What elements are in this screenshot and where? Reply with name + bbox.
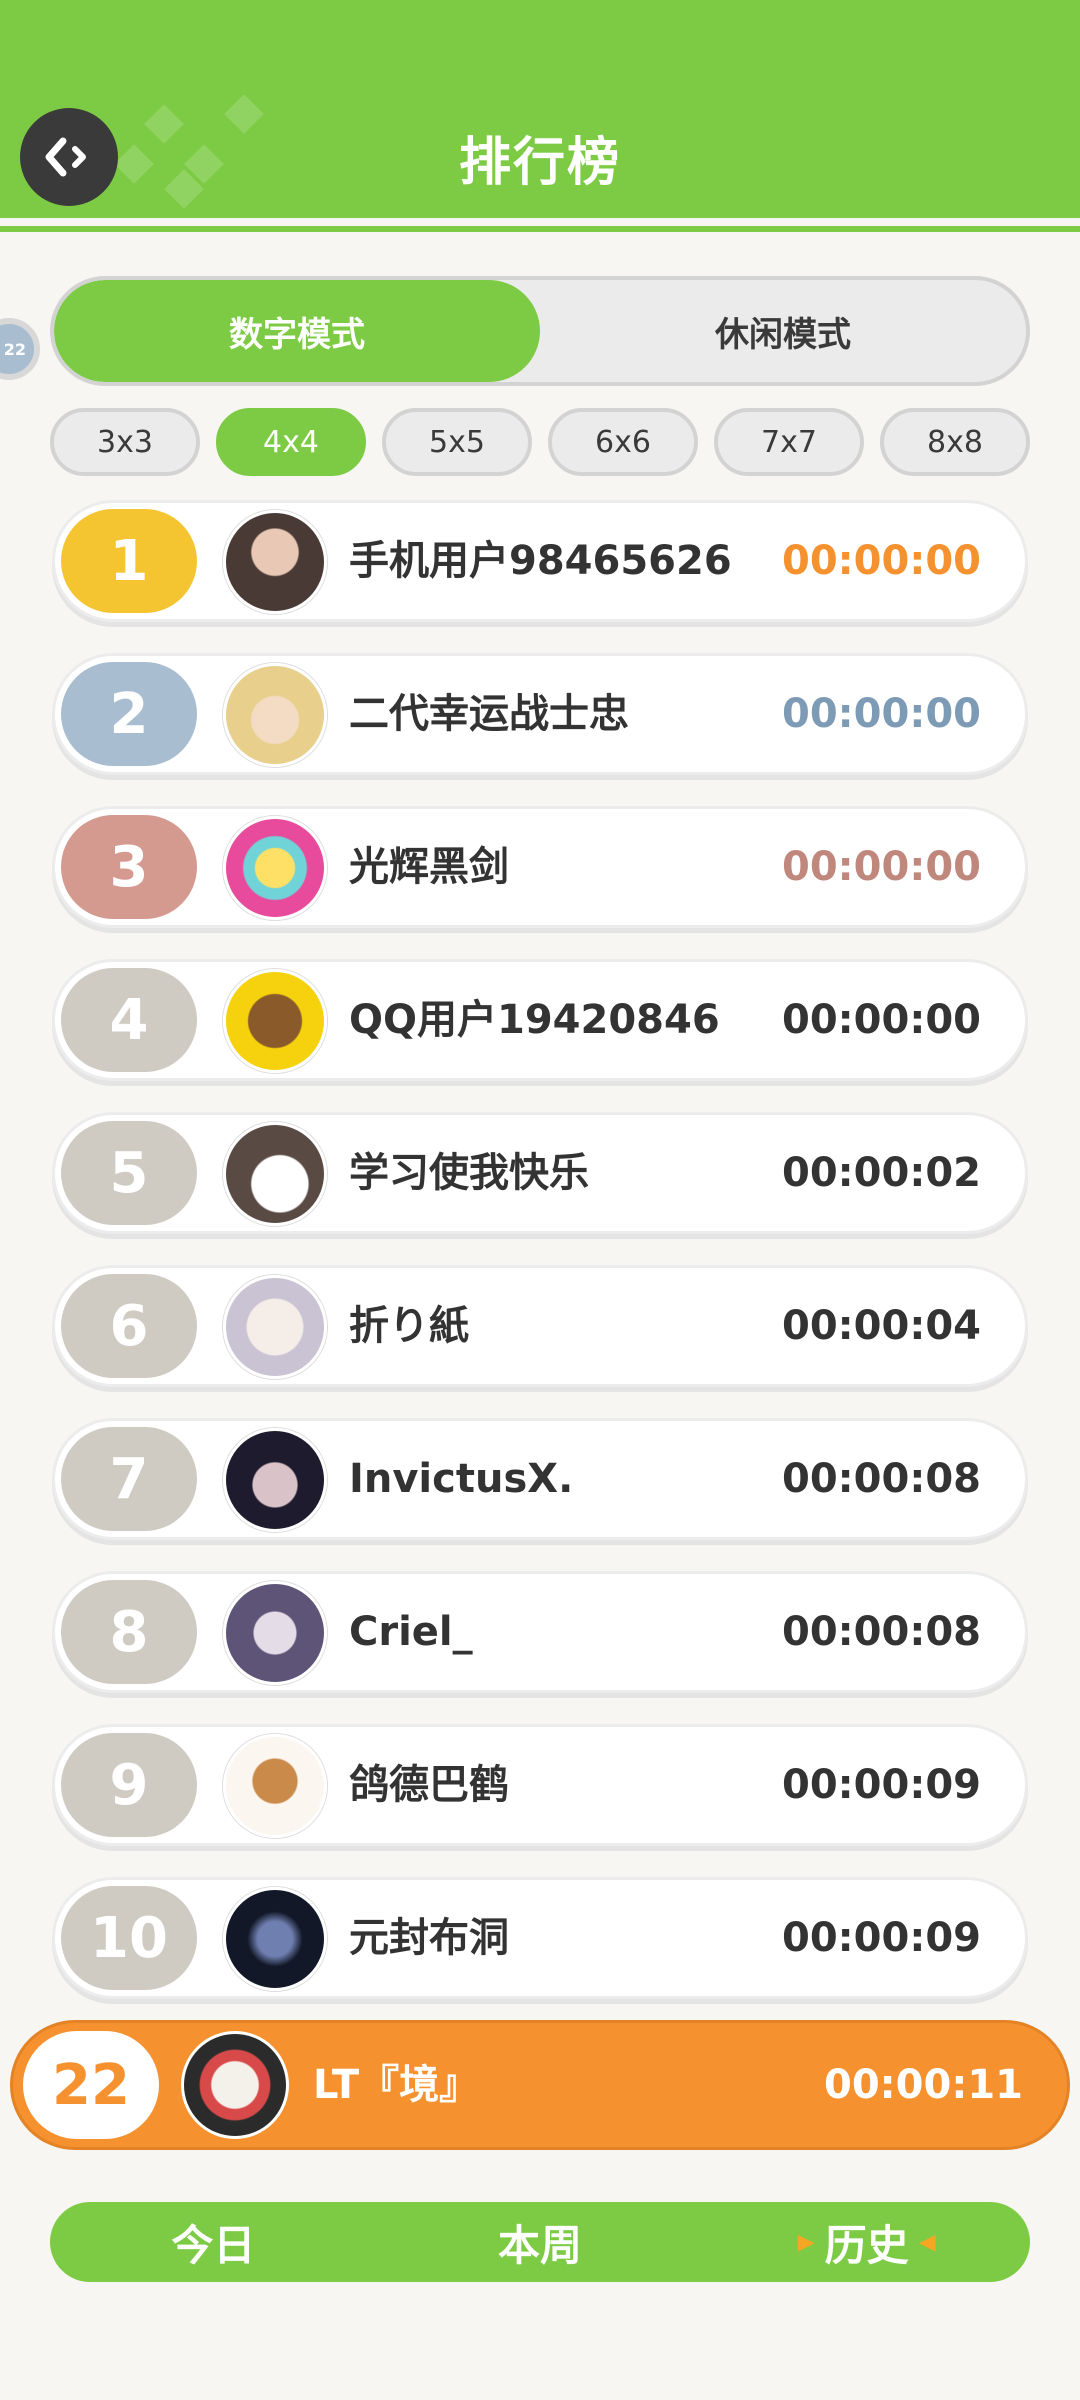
player-time: 00:00:09 (782, 1762, 981, 1808)
rank-badge: 9 (61, 1733, 197, 1837)
player-time: 00:00:02 (782, 1150, 981, 1196)
tab-size-3x3[interactable]: 3x3 (50, 408, 200, 476)
my-rank-badge: 22 (23, 2031, 159, 2139)
player-time: 00:00:00 (782, 538, 981, 584)
leaderboard-row[interactable]: 4 QQ用户19420846 00:00:00 (52, 959, 1028, 1081)
player-name: 折り紙 (349, 1303, 469, 1349)
tab-size-4x4[interactable]: 4x4 (216, 408, 366, 476)
leaderboard-row[interactable]: 3 光辉黑剑 00:00:00 (52, 806, 1028, 928)
leaderboard-row[interactable]: 7 InvictusX. 00:00:08 (52, 1418, 1028, 1540)
leaderboard-row[interactable]: 10 元封布洞 00:00:09 (52, 1877, 1028, 1999)
tab-this-week-label: 本周 (498, 2220, 583, 2270)
rank-badge: 5 (61, 1121, 197, 1225)
rank-badge: 6 (61, 1274, 197, 1378)
board-size-tabs: 3x3 4x4 5x5 6x6 7x7 8x8 (50, 408, 1030, 476)
avatar (223, 1581, 327, 1685)
player-name: Criel_ (349, 1609, 473, 1655)
rank-badge: 7 (61, 1427, 197, 1531)
my-name: LT『境』 (313, 2062, 480, 2108)
leaderboard-row[interactable]: 6 折り紙 00:00:04 (52, 1265, 1028, 1387)
leaderboard-row[interactable]: 5 学习使我快乐 00:00:02 (52, 1112, 1028, 1234)
player-name: 鸽德巴鹤 (349, 1762, 509, 1808)
tab-today[interactable]: 今日 (50, 2202, 377, 2282)
rank-badge: 4 (61, 968, 197, 1072)
player-time: 00:00:00 (782, 691, 981, 737)
my-rank-row[interactable]: 22 LT『境』 00:00:11 (10, 2020, 1070, 2150)
leaderboard-row[interactable]: 9 鸽德巴鹤 00:00:09 (52, 1724, 1028, 1846)
tab-casual-mode[interactable]: 休闲模式 (540, 280, 1026, 382)
tab-size-8x8[interactable]: 8x8 (880, 408, 1030, 476)
avatar (223, 663, 327, 767)
rank-badge: 8 (61, 1580, 197, 1684)
player-name: 元封布洞 (349, 1915, 509, 1961)
tab-this-week[interactable]: 本周 (377, 2202, 704, 2282)
selected-left-arrow-icon: ▶ (797, 2229, 815, 2255)
period-tabs: 今日 本周 ▶ 历史 ◀ (50, 2202, 1030, 2282)
tab-size-6x6[interactable]: 6x6 (548, 408, 698, 476)
avatar (223, 510, 327, 614)
avatar (223, 969, 327, 1073)
avatar (181, 2031, 289, 2139)
avatar (223, 1734, 327, 1838)
player-name: 二代幸运战士忠 (349, 691, 629, 737)
leaderboard-row[interactable]: 2 二代幸运战士忠 00:00:00 (52, 653, 1028, 775)
tab-history[interactable]: ▶ 历史 ◀ (703, 2202, 1030, 2282)
my-time: 00:00:11 (824, 2062, 1023, 2108)
mode-toggle: 数字模式 休闲模式 (50, 276, 1030, 386)
leaderboard-row[interactable]: 1 手机用户98465626 00:00:00 (52, 500, 1028, 622)
page-title: 排行榜 (458, 133, 621, 193)
leaderboard-list: 1 手机用户98465626 00:00:00 2 二代幸运战士忠 00:00:… (52, 500, 1028, 2030)
player-time: 00:00:00 (782, 997, 981, 1043)
rank-badge: 1 (61, 509, 197, 613)
avatar (223, 816, 327, 920)
tab-size-7x7[interactable]: 7x7 (714, 408, 864, 476)
rank-badge: 2 (61, 662, 197, 766)
leaderboard-row[interactable]: 8 Criel_ 00:00:08 (52, 1571, 1028, 1693)
tab-number-mode[interactable]: 数字模式 (54, 280, 540, 382)
player-time: 00:00:08 (782, 1609, 981, 1655)
header-divider (0, 232, 1080, 246)
side-rank-badge: 22 (0, 318, 40, 380)
player-time: 00:00:04 (782, 1303, 981, 1349)
header-bar: 排行榜 (0, 0, 1080, 246)
avatar (223, 1887, 327, 1991)
tab-today-label: 今日 (171, 2220, 256, 2270)
header-divider (0, 218, 1080, 226)
player-name: QQ用户19420846 (349, 997, 720, 1043)
player-name: 光辉黑剑 (349, 844, 509, 890)
player-time: 00:00:09 (782, 1915, 981, 1961)
player-name: InvictusX. (349, 1456, 574, 1502)
tab-size-5x5[interactable]: 5x5 (382, 408, 532, 476)
rank-badge: 10 (61, 1886, 197, 1990)
rank-badge: 3 (61, 815, 197, 919)
avatar (223, 1428, 327, 1532)
tab-history-label: 历史 (824, 2220, 909, 2270)
selected-right-arrow-icon: ◀ (918, 2229, 936, 2255)
player-time: 00:00:08 (782, 1456, 981, 1502)
avatar (223, 1122, 327, 1226)
player-time: 00:00:00 (782, 844, 981, 890)
player-name: 手机用户98465626 (349, 538, 732, 584)
avatar (223, 1275, 327, 1379)
player-name: 学习使我快乐 (349, 1150, 589, 1196)
